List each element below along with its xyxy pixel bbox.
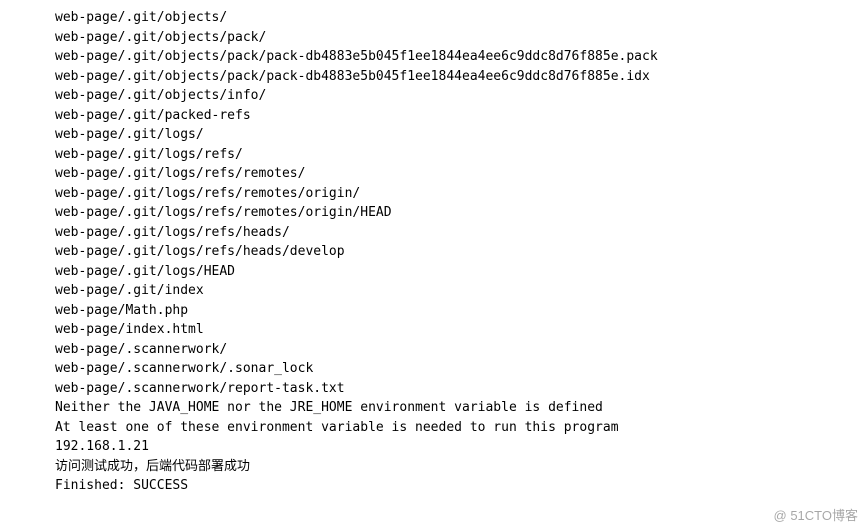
console-line: web-page/.git/objects/pack/pack-db4883e5… (55, 67, 866, 87)
console-line: 访问测试成功，后端代码部署成功 (55, 457, 866, 477)
console-line: web-page/.git/logs/refs/heads/ (55, 223, 866, 243)
console-line: web-page/Math.php (55, 301, 866, 321)
console-line: web-page/.git/logs/ (55, 125, 866, 145)
console-line: web-page/.git/index (55, 281, 866, 301)
watermark-label: @ 51CTO博客 (774, 506, 858, 526)
console-line: web-page/.git/logs/refs/remotes/origin/H… (55, 203, 866, 223)
console-line: web-page/.git/objects/ (55, 8, 866, 28)
console-output: web-page/.git/objects/web-page/.git/obje… (55, 8, 866, 496)
console-line: web-page/.git/objects/pack/pack-db4883e5… (55, 47, 866, 67)
console-line: web-page/.git/logs/HEAD (55, 262, 866, 282)
console-line: web-page/.git/logs/refs/heads/develop (55, 242, 866, 262)
console-line: Finished: SUCCESS (55, 476, 866, 496)
console-line: web-page/.git/packed-refs (55, 106, 866, 126)
console-line: web-page/.git/logs/refs/remotes/ (55, 164, 866, 184)
console-line: web-page/.git/logs/refs/remotes/origin/ (55, 184, 866, 204)
console-line: web-page/.scannerwork/report-task.txt (55, 379, 866, 399)
console-line: 192.168.1.21 (55, 437, 866, 457)
console-line: web-page/.scannerwork/.sonar_lock (55, 359, 866, 379)
console-line: web-page/index.html (55, 320, 866, 340)
console-line: web-page/.git/logs/refs/ (55, 145, 866, 165)
console-line: web-page/.scannerwork/ (55, 340, 866, 360)
console-line: Neither the JAVA_HOME nor the JRE_HOME e… (55, 398, 866, 418)
console-line: web-page/.git/objects/info/ (55, 86, 866, 106)
console-line: web-page/.git/objects/pack/ (55, 28, 866, 48)
console-line: At least one of these environment variab… (55, 418, 866, 438)
